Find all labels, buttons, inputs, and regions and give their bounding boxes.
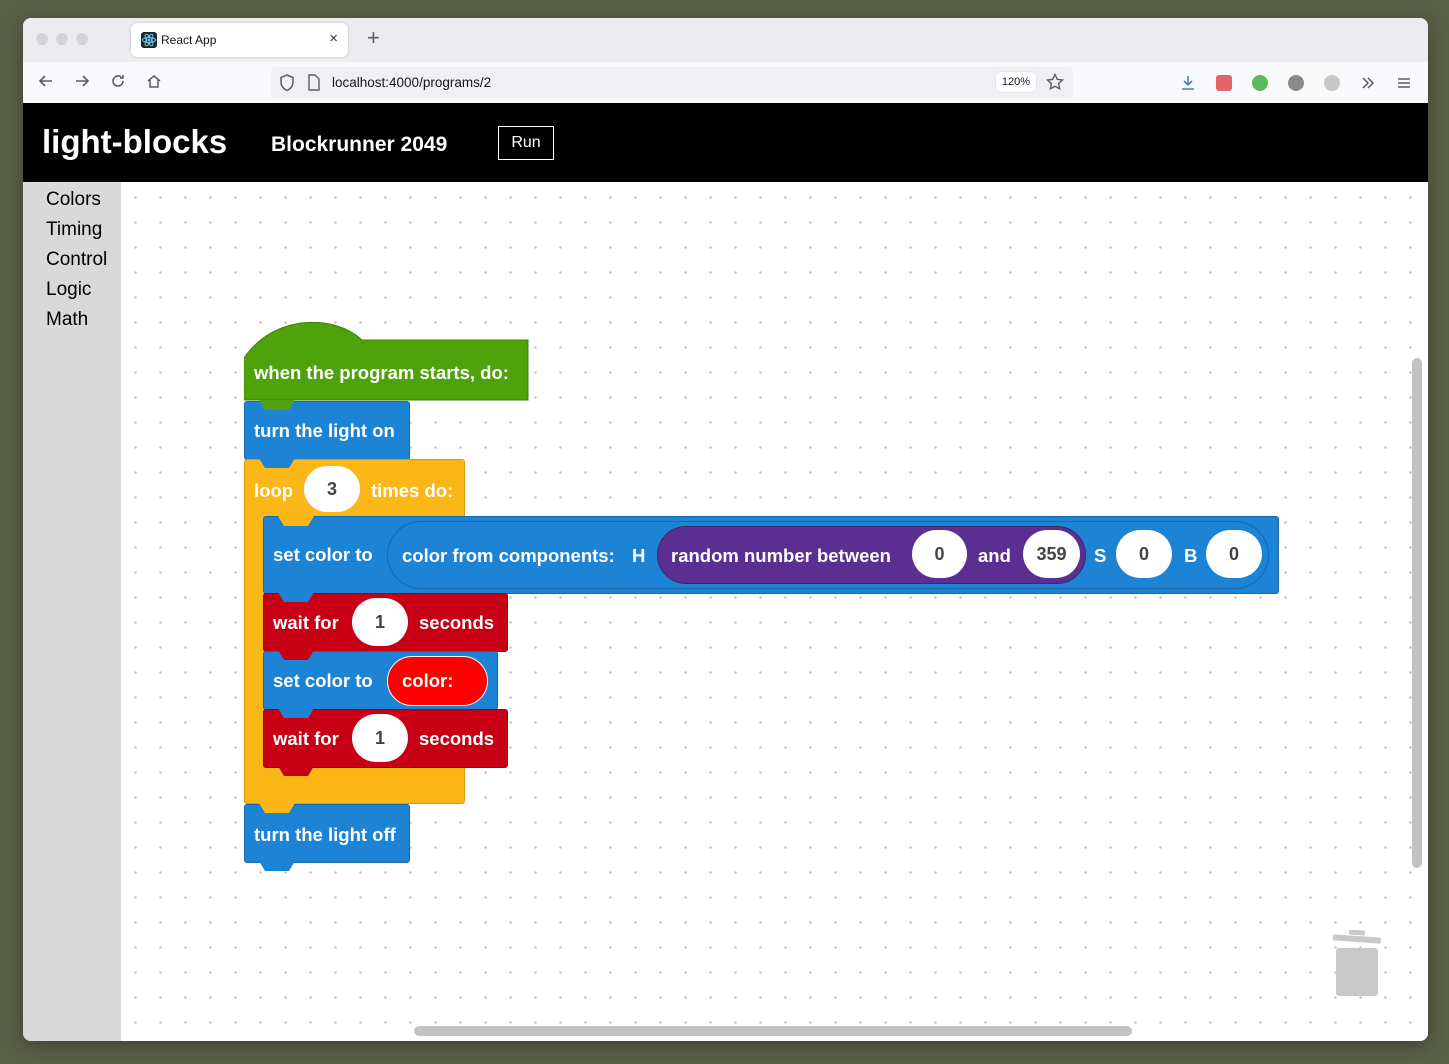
trash-icon[interactable] — [1331, 930, 1383, 1000]
extension-icon[interactable] — [1288, 75, 1304, 91]
overflow-chevron-icon[interactable] — [1360, 75, 1376, 91]
back-icon[interactable] — [36, 71, 56, 91]
category-logic[interactable]: Logic — [46, 279, 91, 301]
react-icon — [141, 32, 157, 48]
close-window-button[interactable] — [36, 33, 48, 45]
tab-title: React App — [161, 33, 217, 47]
browser-tab[interactable]: React App × — [131, 23, 348, 57]
extension-icon[interactable] — [1216, 75, 1232, 91]
url-text: localhost:4000/programs/2 — [332, 75, 492, 90]
maximize-window-button[interactable] — [76, 33, 88, 45]
extension-icon[interactable] — [1252, 75, 1268, 91]
download-icon[interactable] — [1180, 75, 1196, 91]
page-icon — [307, 74, 321, 96]
app-header: light-blocks Blockrunner 2049 Run — [23, 103, 1428, 182]
browser-toolbar: localhost:4000/programs/2 120% — [23, 62, 1428, 104]
home-icon[interactable] — [144, 71, 164, 91]
browser-window: React App × + localhost:4000/programs/2 … — [23, 18, 1428, 1041]
menu-icon[interactable] — [1396, 75, 1412, 91]
category-colors[interactable]: Colors — [46, 189, 101, 211]
address-bar[interactable]: localhost:4000/programs/2 120% — [271, 67, 1073, 98]
reload-icon[interactable] — [108, 71, 128, 91]
shield-icon[interactable] — [279, 74, 295, 97]
minimize-window-button[interactable] — [56, 33, 68, 45]
forward-icon[interactable] — [72, 71, 92, 91]
new-tab-button[interactable]: + — [367, 27, 380, 49]
vertical-scrollbar[interactable] — [1412, 358, 1422, 868]
run-button[interactable]: Run — [498, 126, 554, 160]
zoom-level[interactable]: 120% — [996, 72, 1036, 92]
category-math[interactable]: Math — [46, 309, 88, 331]
tab-strip: React App × + — [23, 18, 1428, 62]
block-category-sidebar: Colors Timing Control Logic Math — [23, 182, 121, 1041]
block-workspace[interactable]: when the program starts, do: turn the li… — [121, 182, 1428, 1041]
category-control[interactable]: Control — [46, 249, 107, 271]
app-title[interactable]: light-blocks — [42, 123, 227, 161]
category-timing[interactable]: Timing — [46, 219, 102, 241]
close-tab-icon[interactable]: × — [329, 30, 338, 47]
horizontal-scrollbar[interactable] — [414, 1026, 1132, 1036]
adblock-icon[interactable] — [1324, 75, 1340, 91]
program-name: Blockrunner 2049 — [271, 133, 448, 156]
bookmark-star-icon[interactable] — [1045, 72, 1065, 96]
block-connectors — [259, 400, 314, 871]
